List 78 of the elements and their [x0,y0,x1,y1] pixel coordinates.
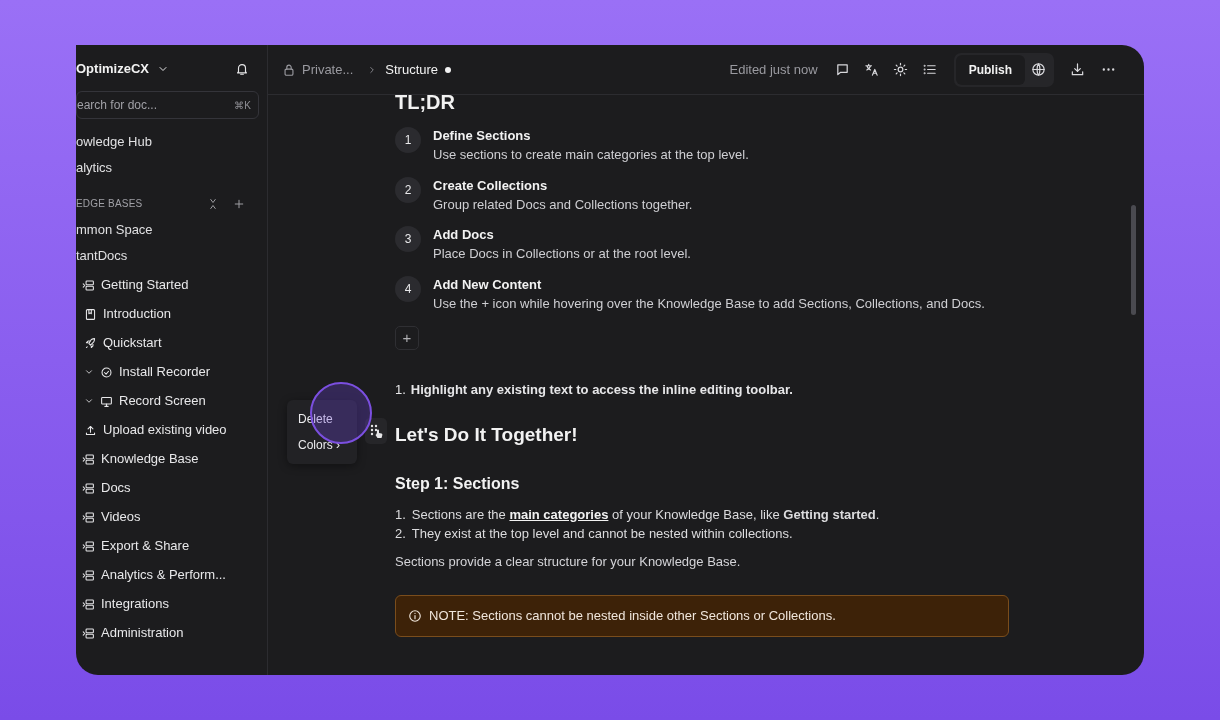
sidebar-tree-item[interactable]: Docs [76,473,259,503]
sidebar-tree-item[interactable]: Knowledge Base [76,444,259,474]
step-title: Create Collections [433,176,549,195]
info-icon [408,609,422,623]
menu-item[interactable]: Colors › [287,432,351,458]
chevron-down-icon[interactable] [84,396,94,406]
plus-icon[interactable] [233,197,245,210]
step-number: 4 [395,276,421,303]
sidebar-tree-item[interactable]: Introduction [76,299,259,329]
chevron-down-icon[interactable] [84,367,94,377]
step-description: Use sections to create main categories at the top level. [433,145,749,164]
section-title: EDGE BASES [76,197,144,211]
stack-icon [82,597,95,611]
add-block-button[interactable]: + [395,325,419,350]
step-number: 3 [395,226,421,253]
sidebar-tree-item[interactable]: Export & Share [76,531,259,561]
lock-icon [282,62,296,77]
sidebar-tree-item[interactable]: Integrations [76,589,259,619]
step-title: Add Docs [433,226,495,245]
save-status: Edited just now [729,60,818,79]
sidebar-tree-item[interactable]: Videos [76,502,259,532]
list-item-text: They exist at the top level and cannot be nested within collections. [411,525,793,544]
drag-handle[interactable] [365,418,387,444]
list-number: 2. [395,525,406,544]
breadcrumb-item[interactable]: Private... [302,59,354,80]
sidebar-space-item[interactable]: tantDocs [76,242,259,269]
sidebar-tree-item[interactable]: Install Recorder [76,357,259,387]
stack-icon [82,539,95,553]
collapse-icon[interactable] [207,197,219,210]
sidebar-nav-item[interactable]: alytics [76,154,259,181]
paragraph: Sections provide a clear structure for your Knowledge Base. [395,552,742,571]
stack-icon [82,452,95,466]
shortcut-hint: ⌘K [234,98,251,113]
bell-icon[interactable] [235,61,249,76]
drag-grip-icon[interactable] [369,423,383,439]
translate-icon [863,62,879,77]
sidebar-nav-item[interactable]: owledge Hub [76,128,259,155]
monitor-icon [100,394,113,408]
sidebar-tree-item[interactable]: Upload existing video [76,415,259,445]
step-title: Add New Content [433,276,543,295]
step-title: Define Sections [433,127,532,145]
publish-button[interactable]: Publish [955,54,1025,85]
sidebar-tree-item[interactable]: Quickstart [76,328,259,358]
check-circle-icon [100,365,113,379]
download-icon [1070,62,1085,77]
heading: Let's Do It Together! [395,423,579,448]
globe-icon [1031,62,1046,77]
stack-icon [82,510,95,524]
workspace-name[interactable]: OptimizeCX [76,59,149,79]
list-number: 1. [395,505,406,524]
upload-icon [84,423,97,437]
list-item-text: Sections are the main categories of your Knowledge Base, like Getting started. [411,505,880,524]
list-number: 1. [395,380,406,399]
rocket-icon [84,336,97,350]
sidebar-tree-item[interactable]: Record Screen [76,386,259,416]
step-number: 2 [395,176,421,203]
sidebar-tree-item[interactable]: Getting Started [76,270,259,300]
list-item-text: Highlight any existing text to access the inline editing toolbar. [410,380,793,399]
step-number: 1 [395,127,421,153]
step-description: Place Docs in Collections or at the root level. [433,245,691,264]
stack-icon [82,481,95,495]
sun-icon [892,62,908,77]
book-icon [84,307,97,321]
list-icon [921,62,937,77]
sidebar-space-item[interactable]: mmon Space [76,216,259,243]
link[interactable]: main categories [509,506,609,522]
sidebar-tree-item[interactable]: Administration [76,618,259,648]
note-text: NOTE: Sections cannot be nested inside other Sections or Collections. [429,607,836,626]
sidebar-tree-item[interactable]: Analytics & Perform... [76,560,259,590]
breadcrumb-item[interactable]: Structure [385,59,439,80]
heading: TL;DR [395,95,456,113]
subheading: Step 1: Sections [395,473,521,494]
step-description: Group related Docs and Collections together. [433,195,693,214]
stack-icon [82,568,95,582]
stack-icon [82,278,95,292]
step-description: Use the + icon while hovering over the Knowledge Base to add Sections, Collections, and Docs. [433,294,985,313]
comment-icon [834,62,850,77]
stack-icon [82,626,95,640]
